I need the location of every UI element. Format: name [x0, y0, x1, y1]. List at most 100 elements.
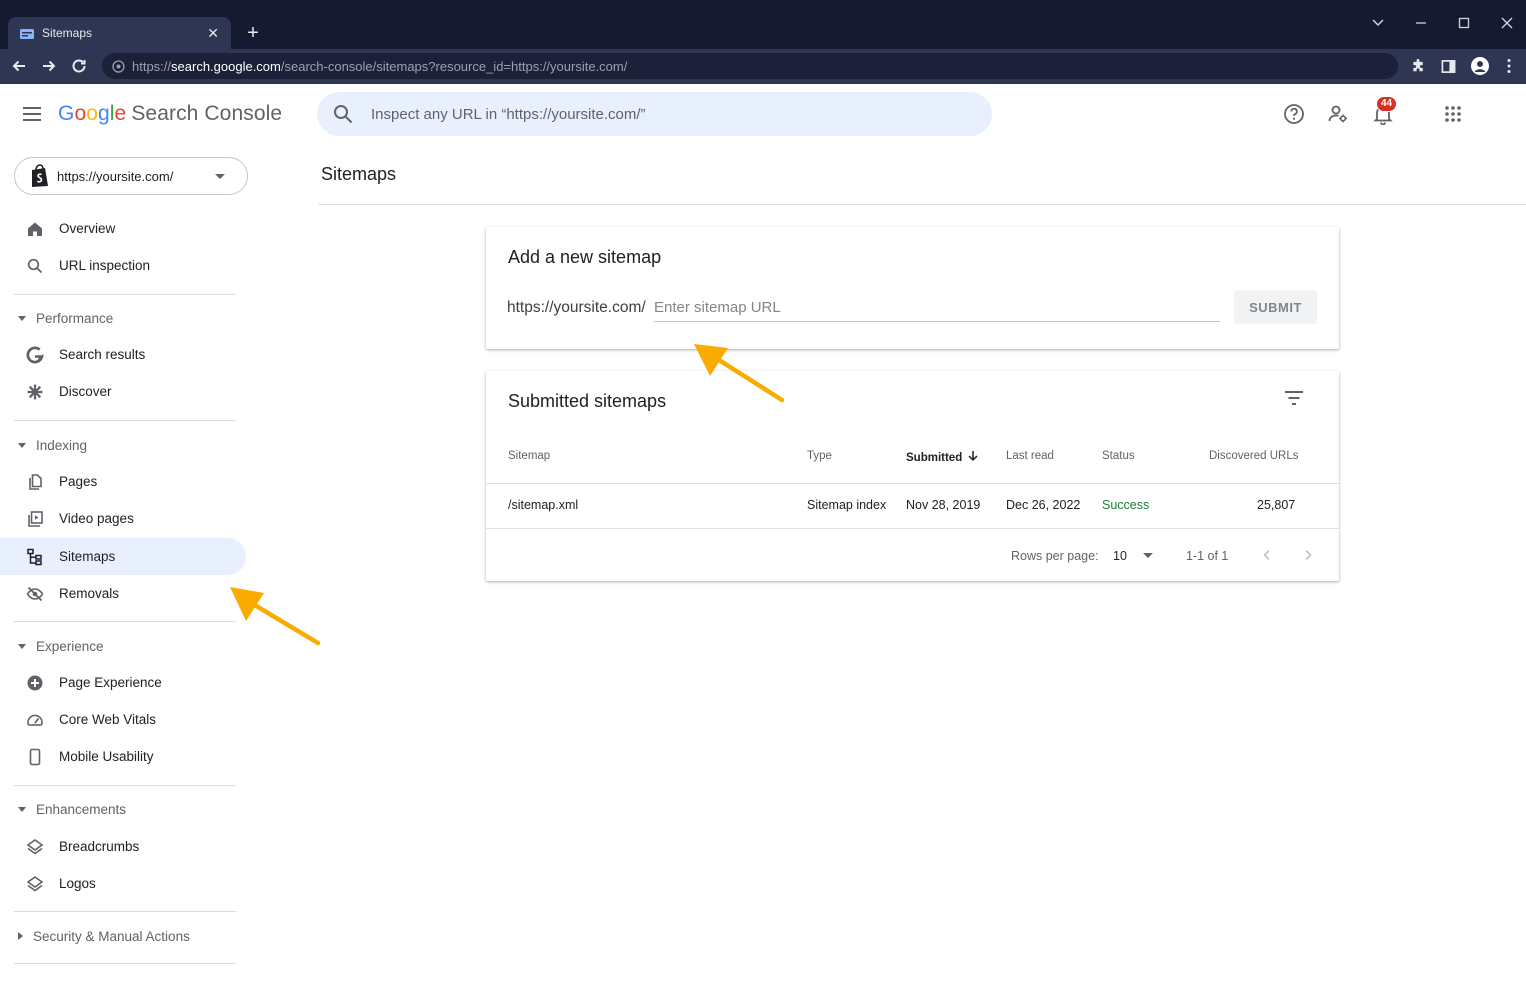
sitemap-tree-icon [25, 547, 45, 567]
file-copy-icon [25, 472, 45, 492]
add-circle-icon [25, 673, 45, 693]
page-title: Sitemaps [321, 164, 397, 184]
sidebar-item-core-web-vitals[interactable]: Core Web Vitals [0, 701, 246, 738]
sidebar-section-experience[interactable]: Experience [0, 631, 246, 661]
sidebar-item-label: Video pages [59, 511, 134, 526]
submitted-sitemaps-card: Submitted sitemaps Sitemap Type Submitte… [486, 371, 1339, 581]
rows-per-page-select[interactable]: 10 [1113, 549, 1153, 563]
more-vert-icon [1507, 59, 1511, 73]
reload-button[interactable] [68, 55, 90, 77]
url-bar[interactable]: https://search.google.com/search-console… [102, 53, 1398, 79]
dropdown-caret-icon [1142, 553, 1153, 558]
address-bar: https://search.google.com/search-console… [0, 49, 1526, 84]
table-divider [486, 483, 1339, 484]
sidebar-item-search-results[interactable]: Search results [0, 336, 246, 373]
sidebar-item-pages[interactable]: Pages [0, 463, 246, 500]
rows-per-page-label: Rows per page: [1011, 549, 1099, 563]
title-divider [318, 204, 1526, 205]
search-placeholder: Inspect any URL in “https://yoursite.com… [371, 105, 646, 123]
sidebar-section-performance[interactable]: Performance [0, 303, 246, 333]
sidebar-item-logos[interactable]: Logos [0, 865, 246, 902]
window-close-icon[interactable] [1497, 13, 1517, 33]
profile-button[interactable] [1471, 57, 1489, 75]
property-url: https://yoursite.com/ [57, 168, 174, 184]
sidebar-divider [14, 911, 236, 912]
sidebar-item-removals[interactable]: Removals [0, 575, 246, 612]
column-header-label: Submitted [906, 452, 963, 464]
table-divider [486, 528, 1339, 529]
sidebar-item-label: Logos [59, 876, 96, 891]
sidebar-item-label: Search results [59, 347, 146, 362]
sidebar-item-discover[interactable]: Discover [0, 373, 246, 410]
minimize-icon[interactable] [1411, 13, 1431, 33]
help-button[interactable] [1282, 102, 1306, 126]
side-panel-button[interactable] [1439, 57, 1457, 75]
layers-icon [25, 874, 45, 894]
column-header-discovered-urls[interactable]: Discovered URLs [1209, 450, 1298, 462]
forward-button[interactable] [38, 55, 60, 77]
url-inspect-search-bar[interactable]: Inspect any URL in “https://yoursite.com… [317, 92, 992, 136]
column-header-last-read[interactable]: Last read [1006, 450, 1054, 462]
google-apps-button[interactable] [1441, 102, 1465, 126]
sidebar-divider [14, 621, 236, 622]
reload-icon [72, 59, 86, 73]
cell-discovered-urls: 25,807 [1257, 498, 1296, 512]
notification-badge: 44 [1376, 96, 1398, 112]
cell-type: Sitemap index [807, 498, 887, 512]
property-selector[interactable]: https://yoursite.com/ [14, 157, 248, 195]
sidebar-item-label: Pages [59, 474, 98, 489]
tab-search-chevron-icon[interactable] [1368, 13, 1388, 33]
search-console-logo[interactable]: Google Search Console [58, 102, 282, 126]
sidebar-item-overview[interactable]: Overview [0, 210, 246, 247]
manage-accounts-icon [1328, 105, 1347, 123]
next-page-button[interactable] [1298, 545, 1318, 565]
column-header-submitted[interactable]: Submitted [906, 450, 979, 464]
extensions-button[interactable] [1409, 57, 1427, 75]
site-info-icon[interactable] [112, 60, 125, 73]
sitemap-url-prefix: https://yoursite.com/ [507, 299, 646, 316]
add-sitemap-card: Add a new sitemap https://yoursite.com/ … [486, 227, 1339, 349]
sidebar-item-page-experience[interactable]: Page Experience [0, 664, 246, 701]
maximize-icon[interactable] [1454, 13, 1474, 33]
browser-menu-button[interactable] [1500, 57, 1518, 75]
hamburger-menu-icon[interactable] [22, 106, 42, 122]
submit-button[interactable]: SUBMIT [1234, 290, 1317, 324]
new-tab-button[interactable]: + [243, 21, 263, 45]
sidebar-item-label: Mobile Usability [59, 749, 154, 764]
close-tab-icon[interactable]: ✕ [207, 25, 219, 42]
users-settings-button[interactable] [1326, 102, 1350, 126]
sidebar-section-enhancements[interactable]: Enhancements [0, 794, 246, 824]
sidebar-item-video-pages[interactable]: Video pages [0, 500, 246, 537]
sitemap-url-input[interactable] [654, 294, 1220, 322]
url-host: search.google.com [171, 58, 281, 74]
sidebar-item-mobile-usability[interactable]: Mobile Usability [0, 738, 246, 775]
previous-page-button[interactable] [1257, 545, 1277, 565]
column-header-sitemap[interactable]: Sitemap [508, 450, 550, 462]
cell-status: Success [1102, 498, 1150, 512]
sidebar-item-label: Sitemaps [59, 549, 116, 564]
sidebar-item-sitemaps[interactable]: Sitemaps [0, 538, 246, 575]
filter-list-icon[interactable] [1283, 389, 1305, 407]
back-button[interactable] [8, 55, 30, 77]
column-header-type[interactable]: Type [807, 450, 832, 462]
logo-letter: o [86, 102, 98, 125]
sort-arrow-down-icon [968, 451, 978, 462]
sidebar-section-indexing[interactable]: Indexing [0, 430, 246, 460]
puzzle-icon [1412, 58, 1423, 71]
collapsed-triangle-icon [18, 932, 23, 940]
browser-tab[interactable]: Sitemaps ✕ [8, 17, 231, 49]
sidebar-divider [14, 294, 236, 295]
sidebar-item-breadcrumbs[interactable]: Breadcrumbs [0, 828, 246, 865]
rows-per-page-value: 10 [1113, 549, 1127, 563]
sidebar-item-url-inspection[interactable]: URL inspection [0, 247, 246, 284]
home-icon [25, 219, 45, 239]
apps-grid-icon [1445, 106, 1461, 122]
sidebar-item-label: Breadcrumbs [59, 839, 140, 854]
google-g-icon [25, 345, 45, 365]
sidebar-section-security[interactable]: Security & Manual Actions [0, 921, 246, 951]
column-header-status[interactable]: Status [1102, 450, 1135, 462]
sidebar-item-label: URL inspection [59, 258, 151, 273]
app-header: Google Search Console Inspect any URL in … [0, 84, 1526, 146]
cell-last-read: Dec 26, 2022 [1006, 498, 1081, 512]
cell-sitemap[interactable]: /sitemap.xml [508, 498, 578, 512]
